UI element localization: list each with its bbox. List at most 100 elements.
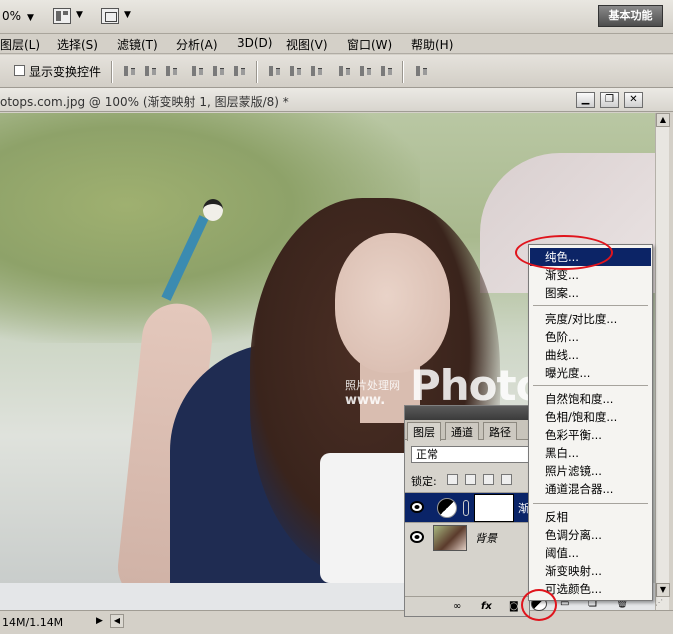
adjustment-layer-menu: 纯色... 渐变... 图案... 亮度/对比度... 色阶... 曲线... … [528,244,653,601]
distribute-bottom-icon[interactable] [309,64,325,78]
menu-filter[interactable]: 滤镜(T) [117,36,158,53]
chevron-down-icon[interactable]: ▼ [124,10,131,20]
menu-item-levels[interactable]: 色阶... [530,328,651,346]
fx-icon[interactable]: fx [481,601,492,612]
scroll-left-icon[interactable]: ◀ [110,614,124,628]
restore-button[interactable]: ❐ [600,92,619,108]
adjustment-layer-icon [437,498,457,518]
tab-layers[interactable]: 图层 [407,422,441,441]
close-button[interactable]: ✕ [624,92,643,108]
menu-view[interactable]: 视图(V) [286,36,328,53]
menu-item-gradient-map[interactable]: 渐变映射... [530,562,651,580]
tab-paths[interactable]: 路径 [483,422,517,440]
align-horizontal-center-icon[interactable] [211,64,227,78]
menu-layer[interactable]: 图层(L) [0,36,40,53]
divider [256,61,258,83]
menu-item-threshold[interactable]: 阈值... [530,544,651,562]
divider [402,61,404,83]
visibility-eye-icon[interactable] [410,501,424,513]
layers-panel-footer: ∞ fx ◙ [405,596,531,616]
layer-mask-thumbnail[interactable] [474,494,514,522]
annotation-circle-solid-color [515,235,613,270]
align-top-icon[interactable] [122,64,138,78]
minimize-button[interactable]: ▁ [576,92,595,108]
layers-panel-tabs: 图层 通道 路径 [405,420,529,441]
menu-3d[interactable]: 3D(D) [237,36,272,50]
visibility-eye-icon[interactable] [410,531,424,543]
distribute-horizontal-center-icon[interactable] [358,64,374,78]
menu-divider [533,503,648,504]
show-transform-controls-label: 显示变换控件 [29,65,102,79]
status-bar: 14M/1.14M ▶ ◀ [0,610,673,634]
blend-mode-select[interactable]: 正常 [411,446,531,463]
vertical-scrollbar[interactable]: ▲ ▼ [655,113,670,610]
menu-item-exposure[interactable]: 曝光度... [530,364,651,382]
menu-item-posterize[interactable]: 色调分离... [530,526,651,544]
align-vertical-center-icon[interactable] [143,64,159,78]
zoom-value: 0% [2,9,22,23]
layer-name: 背景 [475,532,497,545]
menu-item-brightness-contrast[interactable]: 亮度/对比度... [530,310,651,328]
photo-face [335,233,450,373]
distribute-vertical-center-icon[interactable] [288,64,304,78]
menu-help[interactable]: 帮助(H) [411,36,453,53]
align-left-icon[interactable] [190,64,206,78]
menu-bar: 图层(L) 选择(S) 滤镜(T) 分析(A) 3D(D) 视图(V) 窗口(W… [0,34,673,54]
menu-item-color-balance[interactable]: 色彩平衡... [530,426,651,444]
menu-item-pattern[interactable]: 图案... [530,284,651,302]
align-right-icon[interactable] [232,64,248,78]
annotation-circle-adjustment-button [521,589,557,621]
menu-select[interactable]: 选择(S) [57,36,98,53]
lock-all-icon[interactable] [501,474,512,485]
workspace-button[interactable]: 基本功能 [598,5,663,27]
resize-grip-icon[interactable]: ⋰ [655,598,669,610]
distribute-top-icon[interactable] [267,64,283,78]
lock-pixels-icon[interactable] [465,474,476,485]
divider [111,61,113,83]
show-transform-controls-checkbox[interactable] [14,65,25,76]
application-bar: 0% ▼ ▼ ▼ 基本功能 [0,0,673,34]
document-title[interactable]: otops.com.jpg @ 100% (渐变映射 1, 图层蒙版/8) * [0,93,289,110]
distribute-left-icon[interactable] [337,64,353,78]
scroll-down-icon[interactable]: ▼ [656,583,670,597]
layers-panel: 图层 通道 路径 正常 锁定: 渐 背景 ∞ fx ◙ [404,405,531,617]
lock-position-icon[interactable] [483,474,494,485]
status-menu-arrow-icon[interactable]: ▶ [96,616,103,626]
photo-pen-topper [203,199,223,221]
mask-icon[interactable]: ◙ [509,601,519,612]
menu-item-invert[interactable]: 反相 [530,508,651,526]
menu-window[interactable]: 窗口(W) [347,36,392,53]
lock-transparency-icon[interactable] [447,474,458,485]
watermark-url: www. [345,393,386,408]
distribute-right-icon[interactable] [379,64,395,78]
menu-item-hue-saturation[interactable]: 色相/饱和度... [530,408,651,426]
arrange-documents-icon[interactable] [53,8,71,24]
link-chain-icon[interactable] [463,500,469,516]
menu-divider [533,385,648,386]
tab-channels[interactable]: 通道 [445,422,479,440]
menu-item-black-white[interactable]: 黑白... [530,444,651,462]
document-size-status: 14M/1.14M [2,616,64,629]
options-bar: 显示变换控件 [0,55,673,88]
lock-label: 锁定: [411,475,437,488]
layer-thumbnail [433,525,467,551]
layer-row-gradient-map[interactable]: 渐 [405,492,531,522]
watermark-chinese: 照片处理网 [345,379,400,392]
menu-item-curves[interactable]: 曲线... [530,346,651,364]
align-bottom-icon[interactable] [164,64,180,78]
layers-panel-titlebar[interactable] [405,406,529,420]
menu-divider [533,305,648,306]
layer-row-background[interactable]: 背景 [405,522,531,552]
menu-item-photo-filter[interactable]: 照片滤镜... [530,462,651,480]
document-tab-bar: otops.com.jpg @ 100% (渐变映射 1, 图层蒙版/8) * … [0,88,673,112]
screen-mode-icon[interactable] [101,8,119,24]
chevron-down-icon: ▼ [27,13,34,23]
scroll-up-icon[interactable]: ▲ [656,113,670,127]
link-icon[interactable]: ∞ [453,601,461,612]
menu-analysis[interactable]: 分析(A) [176,36,218,53]
menu-item-channel-mixer[interactable]: 通道混合器... [530,480,651,498]
zoom-dropdown[interactable]: 0% ▼ [2,9,34,23]
auto-align-layers-icon[interactable] [414,64,430,78]
menu-item-vibrance[interactable]: 自然饱和度... [530,390,651,408]
chevron-down-icon[interactable]: ▼ [76,10,83,20]
